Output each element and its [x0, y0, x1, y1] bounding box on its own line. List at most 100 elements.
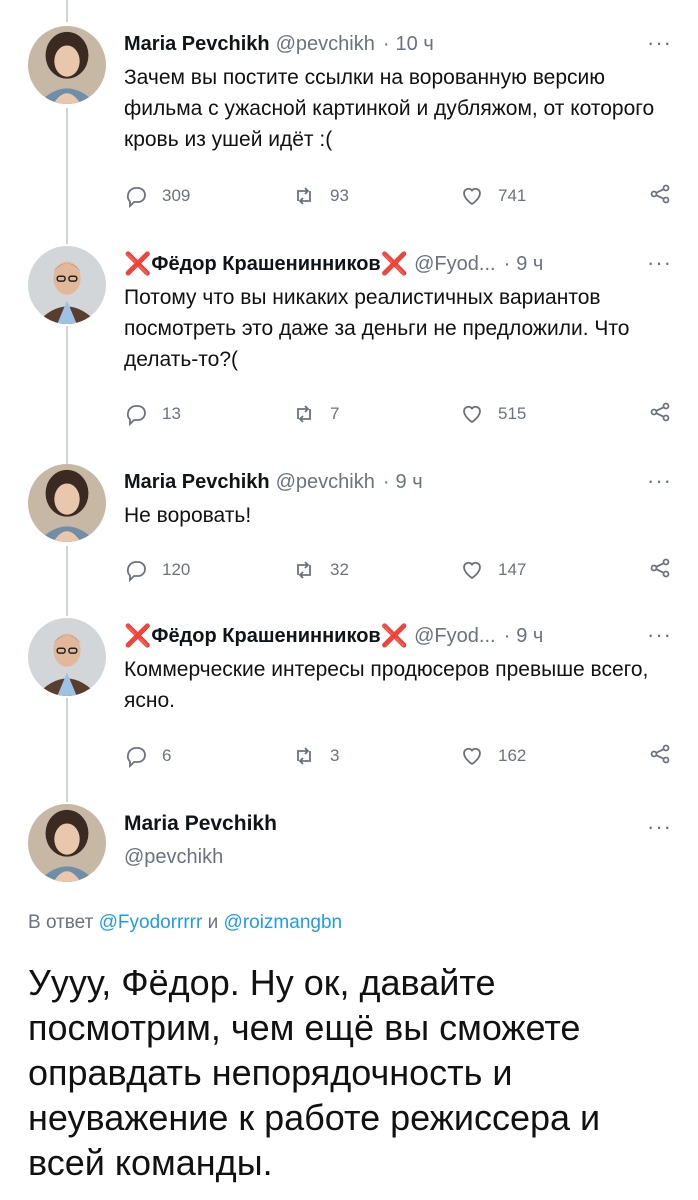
reply-user-link[interactable]: @roizmangbn: [224, 912, 343, 933]
reply-icon: [126, 747, 146, 768]
tweet-actions: 6 3 162: [124, 742, 672, 770]
reply-user-link[interactable]: @Fyodorrrrr: [99, 912, 203, 933]
retweet-button[interactable]: 32: [292, 558, 349, 582]
reply-count: 120: [162, 560, 191, 579]
retweet-icon: [297, 747, 311, 765]
author-handle[interactable]: @Fyod...: [414, 625, 495, 648]
avatar[interactable]: [28, 26, 106, 104]
retweet-icon: [297, 405, 311, 423]
reply-icon: [126, 405, 146, 426]
reply-and: и: [207, 912, 219, 933]
thread-line: [66, 698, 68, 802]
share-icon: [650, 184, 670, 203]
tweet-text: Зачем вы постите ссылки на ворованную ве…: [124, 66, 655, 151]
separator: ·: [382, 32, 390, 55]
reply-button[interactable]: 6: [124, 744, 171, 768]
reply-icon: [126, 187, 146, 208]
tweet-header: ❌ Фёдор Крашенинников ❌ @Fyod... · 9 ч: [124, 250, 672, 278]
tweet-header: Maria Pevchikh @pevchikh · 9 ч: [124, 468, 672, 496]
avatar[interactable]: [28, 618, 106, 696]
thread-line: [66, 108, 68, 244]
heart-icon: [463, 747, 481, 766]
like-button[interactable]: 162: [460, 744, 526, 768]
tweet-text: Коммерческие интересы продюсеров превыше…: [124, 658, 649, 712]
author-handle[interactable]: @pevchikh: [276, 471, 375, 494]
main-author-handle[interactable]: @pevchikh: [124, 846, 223, 869]
thread-line: [66, 546, 68, 616]
reply-button[interactable]: 13: [124, 402, 181, 426]
like-button[interactable]: 147: [460, 558, 526, 582]
retweet-count: 7: [330, 404, 340, 423]
main-author-name[interactable]: Maria Pevchikh: [124, 812, 277, 836]
like-button[interactable]: 741: [460, 184, 526, 208]
share-icon: [650, 558, 670, 577]
reply-count: 6: [162, 746, 172, 765]
more-icon[interactable]: ···: [647, 30, 672, 56]
author-handle[interactable]: @Fyod...: [414, 253, 495, 276]
like-button[interactable]: 515: [460, 402, 526, 426]
separator: ·: [503, 252, 511, 275]
reply-icon: [126, 561, 146, 582]
more-icon[interactable]: ···: [647, 814, 672, 840]
thread-line: [66, 0, 68, 22]
cross-emoji: ❌: [380, 251, 409, 276]
tweet-text: Не воровать!: [124, 504, 252, 527]
retweet-count: 3: [330, 746, 340, 765]
main-tweet-text: Уууу, Фёдор. Ну ок, давайте посмотрим, ч…: [28, 962, 601, 1183]
reply-count: 13: [162, 404, 181, 423]
tweet-header: Maria Pevchikh @pevchikh · 10 ч: [124, 30, 672, 58]
share-icon: [650, 402, 670, 421]
timestamp[interactable]: 10 ч: [396, 33, 434, 56]
reply-button[interactable]: 120: [124, 558, 190, 582]
author-handle[interactable]: @pevchikh: [276, 33, 375, 56]
heart-icon: [463, 187, 481, 206]
tweet-header: ❌ Фёдор Крашенинников ❌ @Fyod... · 9 ч: [124, 622, 672, 650]
cross-emoji: ❌: [124, 251, 152, 276]
timestamp[interactable]: 9 ч: [396, 471, 423, 494]
avatar[interactable]: [28, 246, 106, 324]
tweet-actions: 309 93 741: [124, 182, 672, 210]
retweet-button[interactable]: 7: [292, 402, 339, 426]
share-button[interactable]: [648, 400, 672, 429]
retweet-count: 93: [330, 186, 349, 205]
avatar[interactable]: [28, 464, 106, 542]
like-count: 741: [498, 186, 527, 205]
more-icon[interactable]: ···: [647, 468, 672, 494]
share-button[interactable]: [648, 742, 672, 771]
more-icon[interactable]: ···: [647, 622, 672, 648]
tweet[interactable]: Maria Pevchikh @pevchikh · 10 ч ··· Заче…: [124, 30, 672, 155]
heart-icon: [463, 561, 481, 580]
retweet-count: 32: [330, 560, 349, 579]
like-count: 515: [498, 404, 527, 423]
tweet[interactable]: ❌ Фёдор Крашенинников ❌ @Fyod... · 9 ч ·…: [124, 622, 672, 716]
like-count: 162: [498, 746, 527, 765]
share-button[interactable]: [648, 182, 672, 211]
timestamp[interactable]: 9 ч: [516, 253, 543, 276]
tweet[interactable]: ❌ Фёдор Крашенинников ❌ @Fyod... · 9 ч ·…: [124, 250, 672, 375]
tweet[interactable]: Maria Pevchikh @pevchikh · 9 ч ··· Не во…: [124, 468, 672, 531]
share-button[interactable]: [648, 556, 672, 585]
reply-button[interactable]: 309: [124, 184, 190, 208]
reply-count: 309: [162, 186, 191, 205]
retweet-button[interactable]: 3: [292, 744, 339, 768]
author-name[interactable]: Фёдор Крашенинников: [151, 625, 380, 648]
separator: ·: [503, 624, 511, 647]
author-name[interactable]: Maria Pevchikh: [124, 471, 270, 494]
cross-emoji: ❌: [124, 623, 152, 648]
tweet-text: Потому что вы никаких реалистичных вариа…: [124, 286, 630, 371]
timestamp[interactable]: 9 ч: [516, 625, 543, 648]
reply-prefix: В ответ: [28, 912, 94, 933]
author-name[interactable]: Фёдор Крашенинников: [151, 253, 380, 276]
author-name[interactable]: Maria Pevchikh: [124, 33, 270, 56]
avatar[interactable]: [28, 804, 106, 882]
separator: ·: [382, 470, 390, 493]
more-icon[interactable]: ···: [647, 250, 672, 276]
share-icon: [650, 744, 670, 763]
thread-line: [66, 326, 68, 464]
tweet-actions: 120 32 147: [124, 556, 672, 584]
retweet-icon: [297, 561, 311, 579]
tweet-actions: 13 7 515: [124, 400, 672, 428]
retweet-icon: [297, 187, 311, 205]
retweet-button[interactable]: 93: [292, 184, 349, 208]
heart-icon: [463, 405, 481, 424]
